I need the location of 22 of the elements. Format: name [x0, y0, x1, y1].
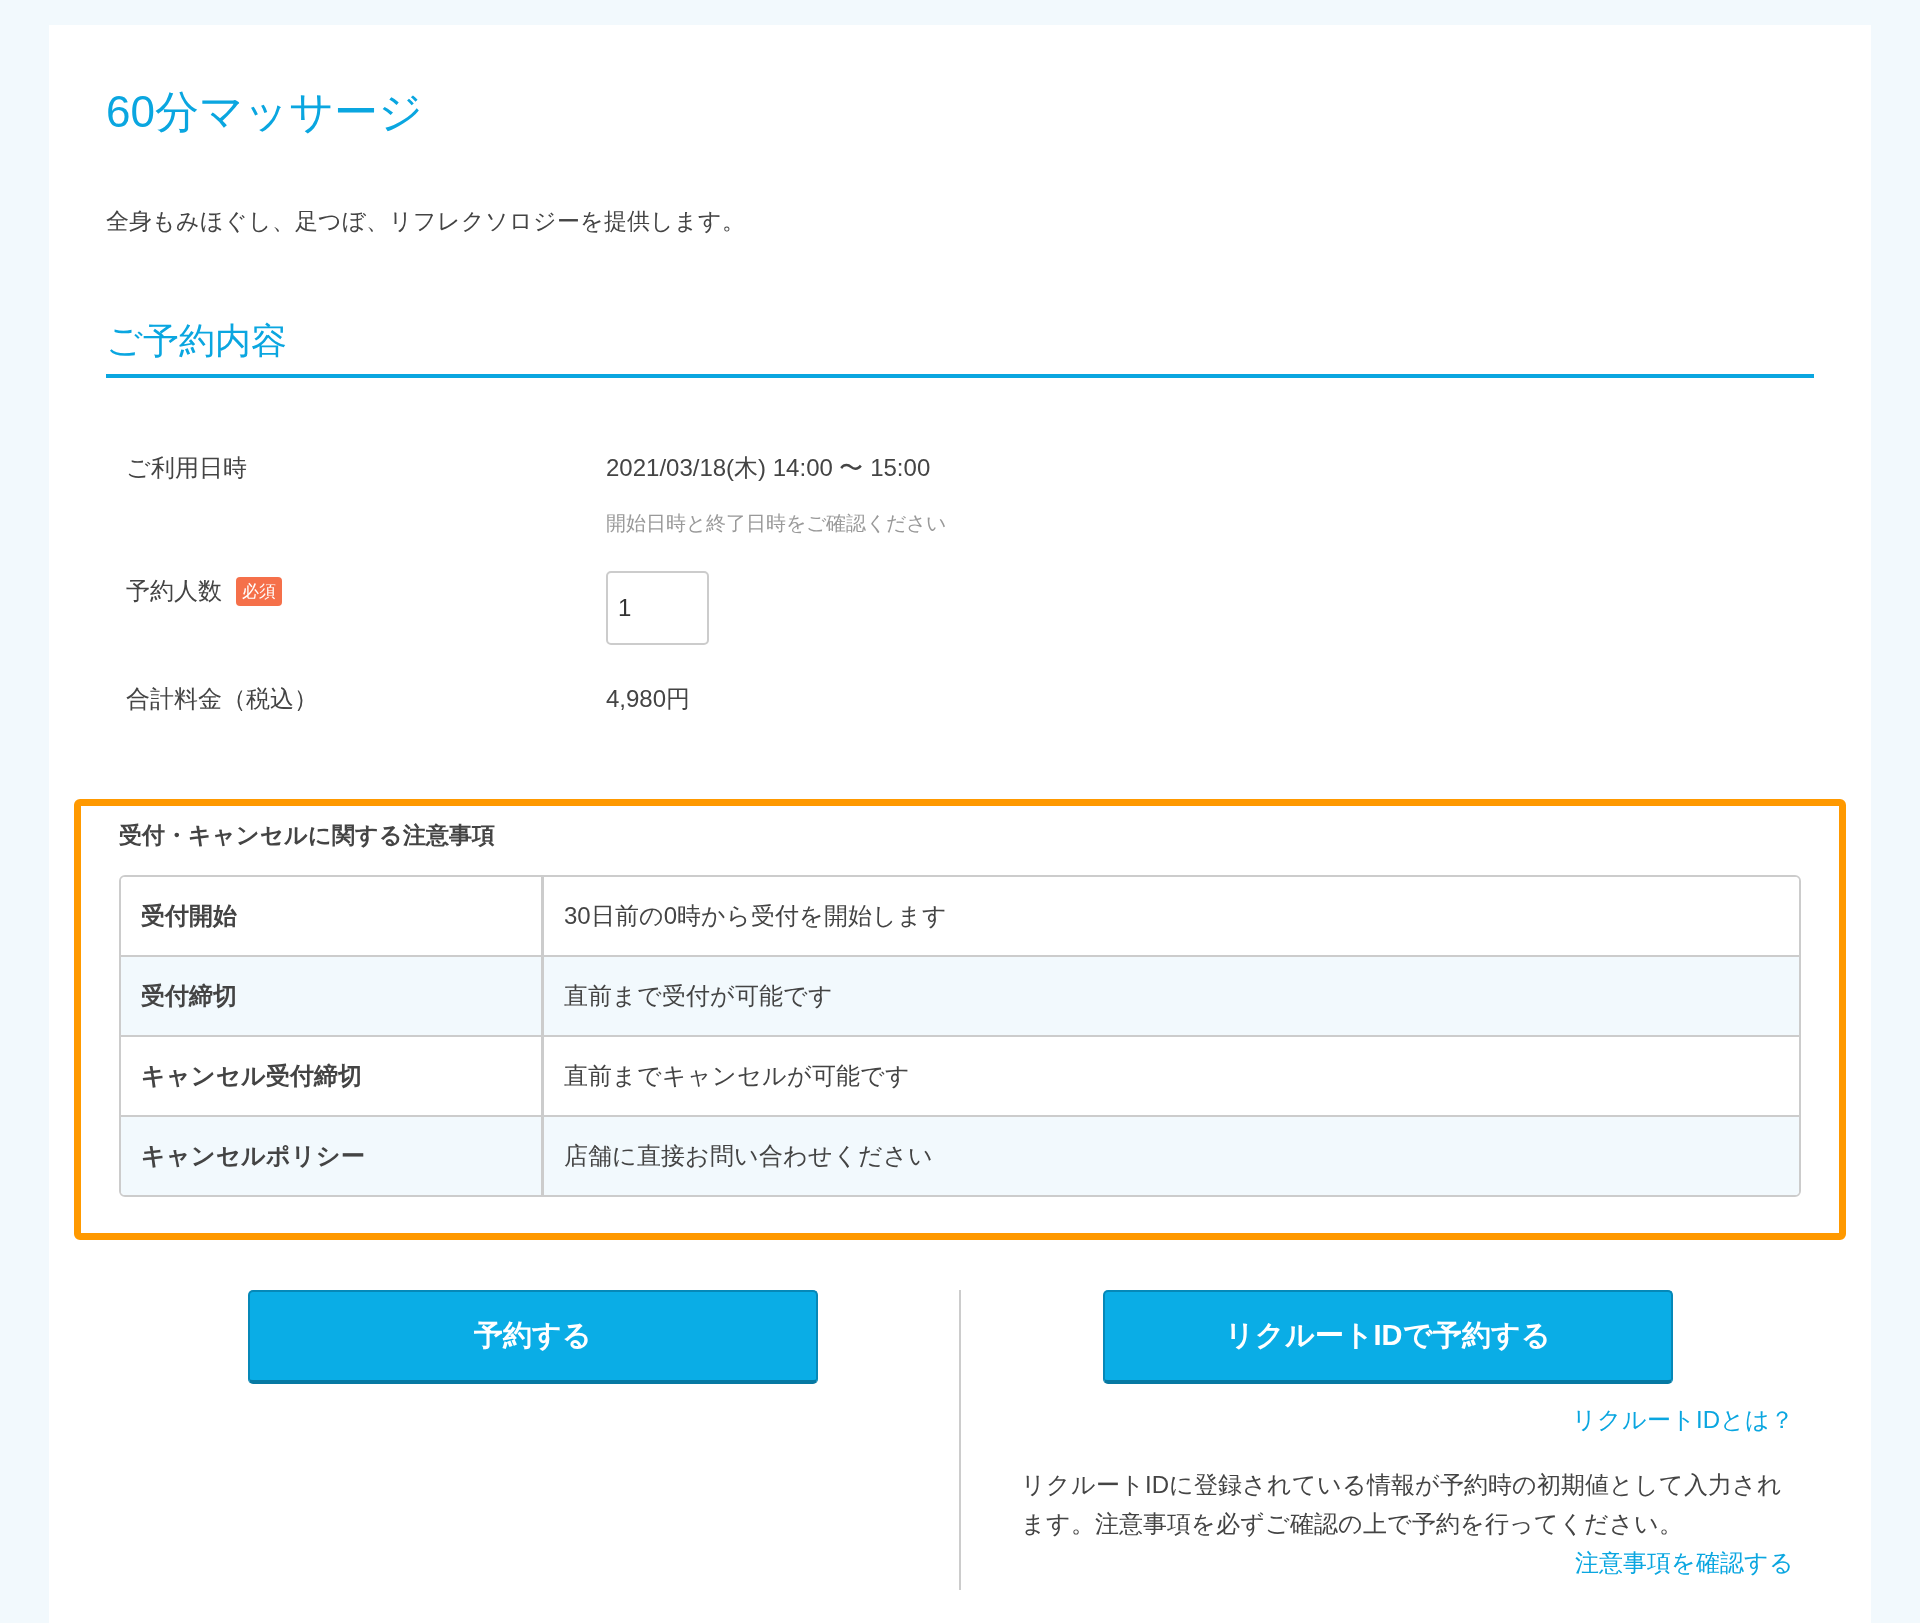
field-label: 合計料金（税込） — [126, 684, 318, 715]
table-cell-text: 30日前の0時から受付を開始します — [563, 901, 949, 932]
table-header-cell: キャンセルポリシー — [121, 1117, 544, 1196]
notice-title: 受付・キャンセルに関する注意事項 — [119, 821, 496, 851]
hint-text: 開始日時と終了日時をご確認ください — [606, 511, 946, 537]
page-title: 60分マッサージ — [106, 86, 424, 138]
field-label: 予約人数 — [126, 576, 222, 607]
table-cell-text: 直前まで受付が可能です — [563, 981, 834, 1012]
description-text: 全身もみほぐし、足つぼ、リフレクソロジーを提供します。 — [106, 207, 746, 237]
people-count-field[interactable]: 1 — [606, 571, 709, 646]
field-value: 4,980円 — [606, 684, 691, 715]
section-heading: ご予約内容 — [106, 317, 1814, 379]
required-badge: 必須 — [236, 576, 282, 606]
table-cell-text: 店舗に直接お問い合わせください — [563, 1141, 934, 1172]
table-cell-text: 直前までキャンセルが可能です — [563, 1061, 911, 1092]
reserve-button[interactable]: 予約する — [247, 1290, 818, 1385]
field-value: 2021/03/18(木) 14:00 〜 15:00 — [606, 453, 932, 484]
field-label: ご利用日時 — [126, 453, 247, 484]
recruit-reserve-button[interactable]: リクルートIDで予約する — [1102, 1290, 1673, 1385]
recruit-id-link[interactable]: リクルートIDとは？ — [1572, 1404, 1794, 1437]
notice-link[interactable]: 注意事項を確認する — [1575, 1546, 1794, 1579]
recruit-note: リクルートIDに登録されている情報が予約時の初期値として入力されます。注意事項を必ずご確認の上で予約を行ってください。 — [1021, 1470, 1783, 1539]
